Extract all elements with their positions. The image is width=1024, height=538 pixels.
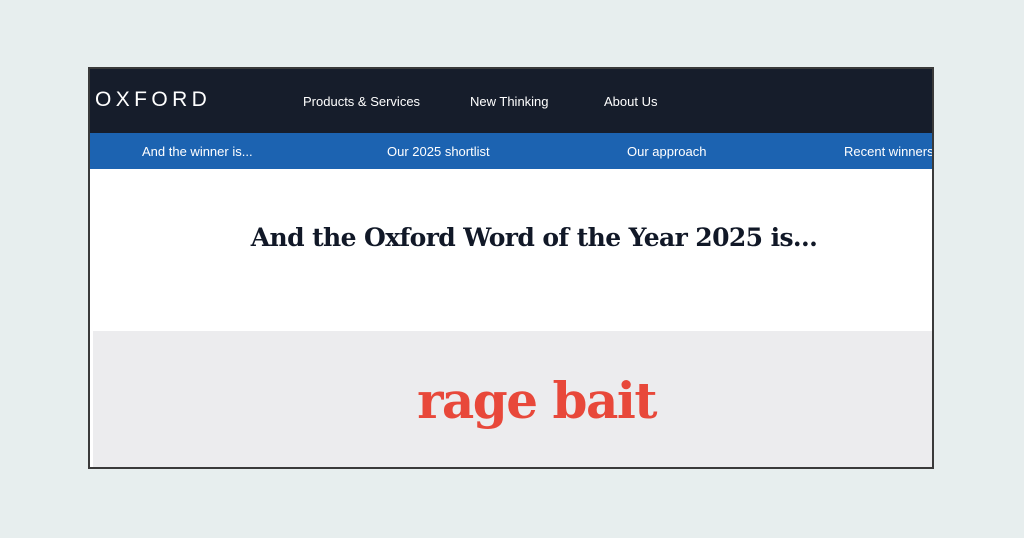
nav-new-thinking[interactable]: New Thinking	[470, 94, 549, 110]
subnav-recent-winners[interactable]: Recent winners	[844, 144, 932, 160]
word-of-the-year-panel: rage bait	[93, 331, 932, 467]
section-navigation-bar: And the winner is... Our 2025 shortlist …	[90, 133, 932, 169]
subnav-approach[interactable]: Our approach	[627, 144, 707, 160]
subnav-winner[interactable]: And the winner is...	[142, 144, 253, 160]
oxford-logo[interactable]: OXFORD	[95, 88, 211, 112]
word-of-the-year: rage bait	[417, 371, 657, 430]
browser-frame: OXFORD Products & Services New Thinking …	[88, 67, 934, 469]
page-headline: And the Oxford Word of the Year 2025 is.…	[250, 223, 818, 252]
nav-about-us[interactable]: About Us	[604, 94, 657, 110]
top-navigation-bar: OXFORD Products & Services New Thinking …	[90, 69, 932, 133]
nav-products-services[interactable]: Products & Services	[303, 94, 420, 110]
subnav-shortlist[interactable]: Our 2025 shortlist	[387, 144, 490, 160]
